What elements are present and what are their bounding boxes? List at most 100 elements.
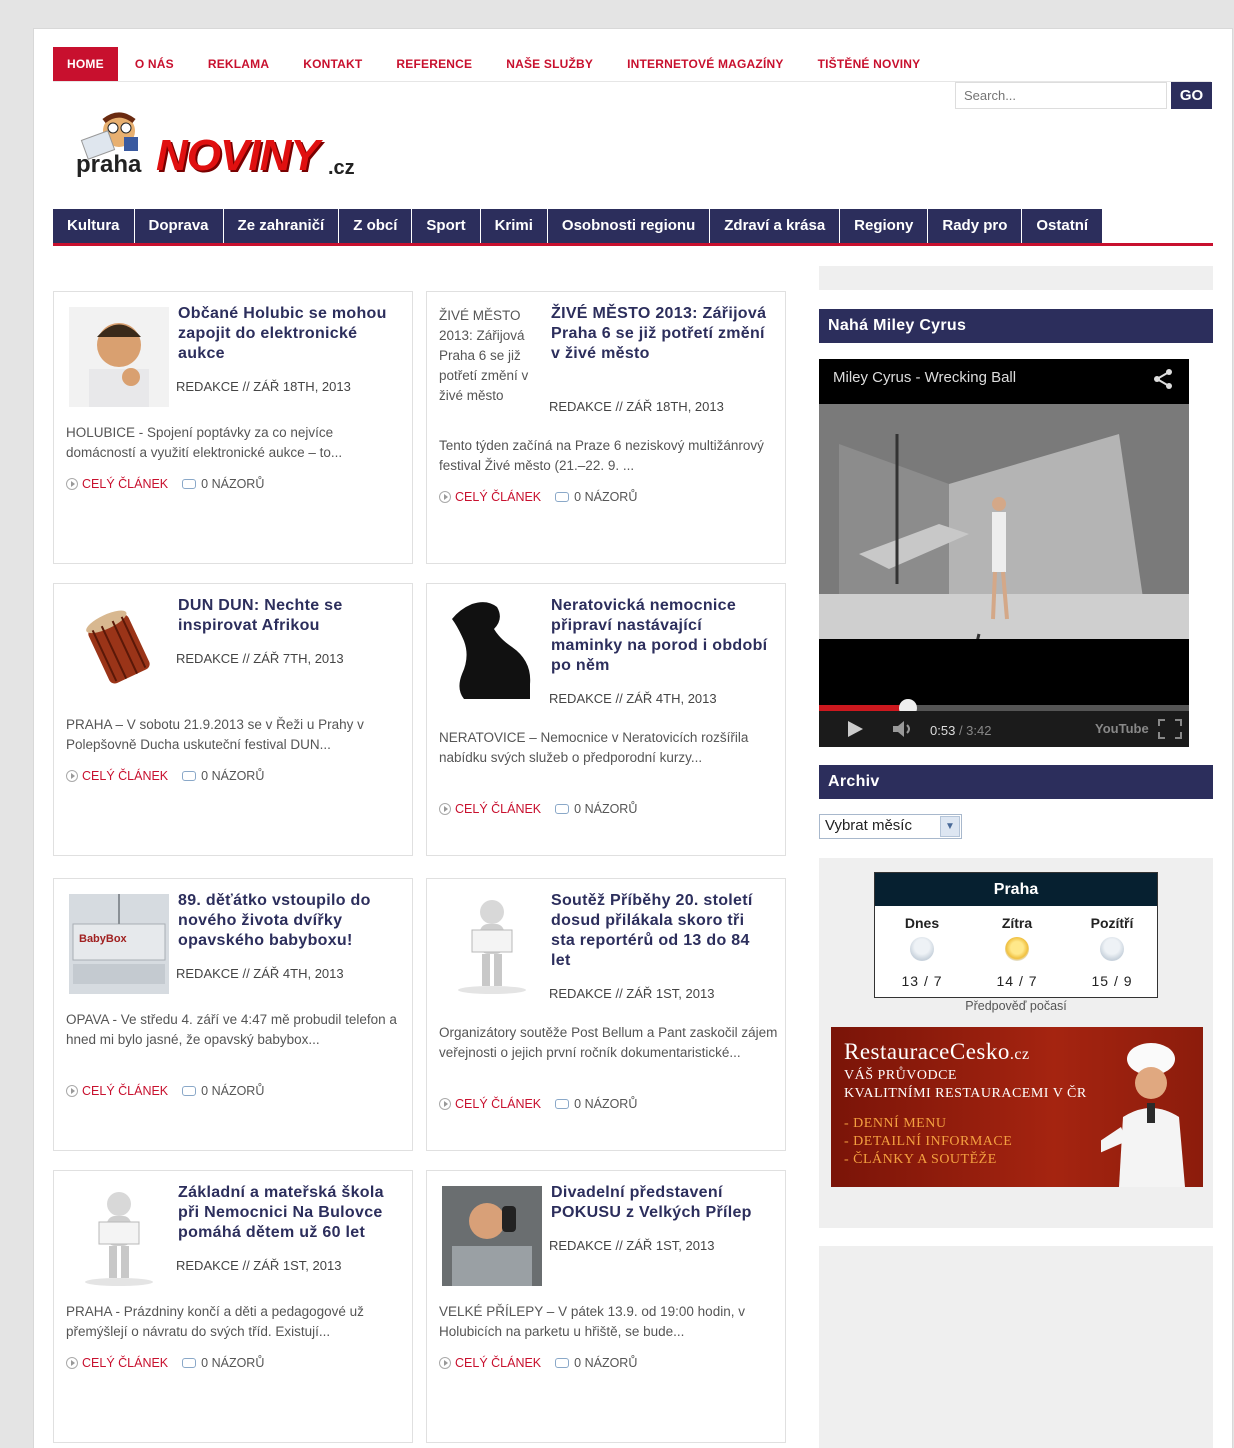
read-more-link[interactable]: CELÝ ČLÁNEK (439, 490, 541, 504)
post-excerpt: PRAHA - Prázdniny končí a děti a pedagog… (66, 1304, 364, 1339)
comments-link[interactable]: 0 NÁZORŮ (182, 1356, 264, 1370)
post-links: CELÝ ČLÁNEK 0 NÁZORŮ (66, 1084, 264, 1098)
post-thumb-drum[interactable] (69, 599, 169, 699)
post-title[interactable]: Neratovická nemocnice připraví nastávají… (551, 596, 771, 676)
volume-icon[interactable] (891, 719, 917, 739)
search-go-button[interactable]: GO (1171, 82, 1212, 109)
comments-link[interactable]: 0 NÁZORŮ (555, 1097, 637, 1111)
read-more-link[interactable]: CELÝ ČLÁNEK (66, 769, 168, 783)
post-meta: REDAKCE // ZÁŘ 18TH, 2013 (176, 379, 351, 394)
comments-link[interactable]: 0 NÁZORŮ (182, 769, 264, 783)
restaurace-ad-banner[interactable]: RestauraceCesko.cz VÁŠ PRŮVODCE KVALITNÍM… (831, 1027, 1203, 1187)
fullscreen-icon[interactable] (1157, 718, 1183, 740)
archive-select-value: Vybrat měsíc (825, 817, 912, 834)
play-icon[interactable] (845, 719, 865, 739)
post-title[interactable]: DUN DUN: Nechte se inspirovat Afrikou (178, 596, 398, 636)
cat-kultura[interactable]: Kultura (53, 209, 135, 243)
post-thumb-photo[interactable] (442, 1186, 542, 1286)
cat-doprava[interactable]: Doprava (135, 209, 224, 243)
read-more-link[interactable]: CELÝ ČLÁNEK (66, 1356, 168, 1370)
post-links: CELÝ ČLÁNEK 0 NÁZORŮ (66, 1356, 264, 1370)
top-nav-o-nas[interactable]: O NÁS (118, 47, 191, 81)
cat-rady-pro[interactable]: Rady pro (928, 209, 1023, 243)
post-meta: REDAKCE // ZÁŘ 4TH, 2013 (549, 691, 717, 706)
comment-bubble-icon (555, 1358, 570, 1368)
top-nav-home[interactable]: HOME (53, 46, 118, 81)
cat-osobnosti-regionu[interactable]: Osobnosti regionu (548, 209, 711, 243)
cat-z-obci[interactable]: Z obcí (339, 209, 413, 243)
post-excerpt: Organizátory soutěže Post Bellum a Pant … (439, 1025, 778, 1060)
post-title[interactable]: Soutěž Příběhy 20. století dosud přiláka… (551, 891, 771, 971)
search-input[interactable] (955, 82, 1167, 109)
read-more-link[interactable]: CELÝ ČLÁNEK (66, 477, 168, 491)
post-title[interactable]: Základní a mateřská škola při Nemocnici … (178, 1183, 398, 1243)
ad-tagline: VÁŠ PRŮVODCE KVALITNÍMI RESTAURACEMI V ČR (844, 1068, 1087, 1101)
cat-ostatni[interactable]: Ostatní (1022, 209, 1104, 243)
post-title[interactable]: Občané Holubic se mohou zapojit do elekt… (178, 304, 398, 364)
cloud-rain-icon (910, 937, 934, 961)
babybox-label: BabyBox (79, 933, 127, 945)
cat-regiony[interactable]: Regiony (840, 209, 929, 243)
post-title[interactable]: ŽIVÉ MĚSTO 2013: Zářijová Praha 6 se již… (551, 304, 771, 364)
post-thumb-figure-reading[interactable] (442, 894, 542, 994)
post-card: Neratovická nemocnice připraví nastávají… (426, 583, 786, 856)
post-title[interactable]: 89. děťátko vstoupilo do nového života d… (178, 891, 398, 951)
top-nav-reklama[interactable]: REKLAMA (191, 47, 286, 81)
post-card: DUN DUN: Nechte se inspirovat Afrikou RE… (53, 583, 413, 856)
post-card: Občané Holubic se mohou zapojit do elekt… (53, 291, 413, 564)
read-more-link[interactable]: CELÝ ČLÁNEK (439, 1097, 541, 1111)
cat-krimi[interactable]: Krimi (481, 209, 548, 243)
post-thumb-alt-text[interactable]: ŽIVÉ MĚSTO 2013: Zářijová Praha 6 se již… (439, 306, 539, 406)
post-excerpt: Tento týden začíná na Praze 6 neziskový … (439, 438, 764, 473)
post-links: CELÝ ČLÁNEK 0 NÁZORŮ (66, 769, 264, 783)
cat-zdravi-a-krasa[interactable]: Zdraví a krása (710, 209, 841, 243)
video-current-time: 0:53 (930, 723, 956, 738)
post-meta: REDAKCE // ZÁŘ 1ST, 2013 (549, 986, 715, 1001)
comments-link[interactable]: 0 NÁZORŮ (555, 490, 637, 504)
category-nav: Kultura Doprava Ze zahraničí Z obcí Spor… (53, 209, 1213, 246)
ad-features: - DENNÍ MENU - DETAILNÍ INFORMACE - ČLÁN… (844, 1116, 1013, 1167)
top-nav-tistene-noviny[interactable]: TIŠTĚNÉ NOVINY (801, 47, 938, 81)
archive-month-select[interactable]: Vybrat měsíc ▼ (819, 814, 962, 839)
weather-temp: 13 / 7 (901, 973, 943, 989)
video-title[interactable]: Miley Cyrus - Wrecking Ball (833, 369, 1016, 386)
comments-link[interactable]: 0 NÁZORŮ (182, 477, 264, 491)
play-circle-icon (439, 1098, 451, 1110)
weather-day-label: Zítra (1001, 915, 1033, 931)
post-thumb-photo[interactable] (69, 307, 169, 407)
post-thumb-silhouette[interactable] (442, 599, 542, 699)
sidebar-bottom-panel (819, 1246, 1213, 1448)
post-title[interactable]: Divadelní představení POKUSU z Velkých P… (551, 1183, 771, 1223)
play-circle-icon (66, 770, 78, 782)
cat-sport[interactable]: Sport (412, 209, 481, 243)
top-nav-reference[interactable]: REFERENCE (379, 47, 489, 81)
weather-forecast-link[interactable]: Předpověď počasí (874, 999, 1158, 1013)
read-more-link[interactable]: CELÝ ČLÁNEK (66, 1084, 168, 1098)
cat-ze-zahranici[interactable]: Ze zahraničí (224, 209, 340, 243)
play-circle-icon (439, 803, 451, 815)
page: HOME O NÁS REKLAMA KONTAKT REFERENCE NAŠ… (33, 28, 1233, 1448)
site-logo[interactable]: praha NOVINY .cz (64, 109, 374, 181)
play-circle-icon (439, 1357, 451, 1369)
post-thumb-figure-reading[interactable] (69, 1186, 169, 1286)
comments-link[interactable]: 0 NÁZORŮ (555, 802, 637, 816)
top-nav-internetove-magaziny[interactable]: INTERNETOVÉ MAGAZÍNY (610, 47, 800, 81)
top-nav-kontakt[interactable]: KONTAKT (286, 47, 379, 81)
weather-temp: 14 / 7 (996, 973, 1038, 989)
weather-city: Praha (875, 873, 1157, 906)
read-more-link[interactable]: CELÝ ČLÁNEK (439, 802, 541, 816)
post-excerpt: HOLUBICE - Spojení poptávky za co nejvíc… (66, 425, 343, 460)
video-time: 0:53 / 3:42 (930, 723, 991, 738)
youtube-logo[interactable]: YouTube (1095, 721, 1149, 736)
play-circle-icon (66, 478, 78, 490)
post-links: CELÝ ČLÁNEK 0 NÁZORŮ (439, 1097, 637, 1111)
video-player[interactable]: Miley Cyrus - Wrecking Ball 0:53 / 3:42 … (819, 359, 1189, 747)
weather-day-today: Dnes 13 / 7 (875, 915, 969, 989)
post-excerpt: OPAVA - Ve středu 4. září ve 4:47 mě pro… (66, 1012, 397, 1047)
comments-link[interactable]: 0 NÁZORŮ (182, 1084, 264, 1098)
read-more-link[interactable]: CELÝ ČLÁNEK (439, 1356, 541, 1370)
share-icon[interactable] (1151, 367, 1175, 391)
top-nav-nase-sluzby[interactable]: NAŠE SLUŽBY (489, 47, 610, 81)
comments-link[interactable]: 0 NÁZORŮ (555, 1356, 637, 1370)
post-card: Základní a mateřská škola při Nemocnici … (53, 1170, 413, 1443)
